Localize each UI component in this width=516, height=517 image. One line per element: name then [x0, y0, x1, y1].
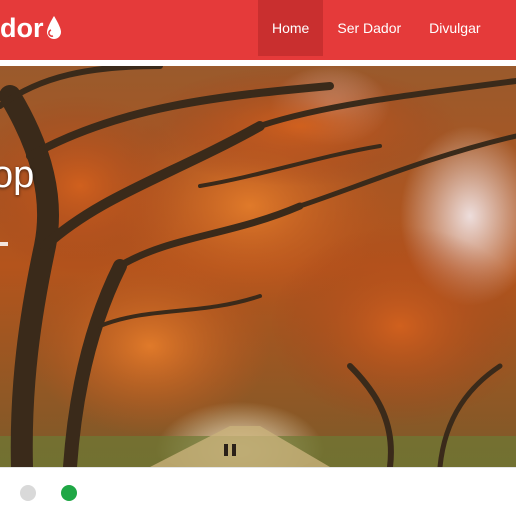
caption-subtext-fragment [0, 242, 8, 246]
carousel-slide[interactable]: op [0, 66, 516, 467]
nav-divulgar[interactable]: Divulgar [415, 0, 494, 56]
navbar: dor Home Ser Dador Divulgar [0, 0, 516, 60]
blood-drop-icon [46, 16, 61, 39]
carousel-indicators [0, 467, 516, 517]
main-nav: Home Ser Dador Divulgar [258, 0, 495, 56]
carousel-indicator-2[interactable] [61, 485, 77, 501]
nav-ser-dador[interactable]: Ser Dador [323, 0, 415, 56]
carousel-indicator-1[interactable] [20, 485, 36, 501]
autumn-trees-image [0, 66, 516, 467]
carousel-caption: op [0, 154, 35, 196]
brand-logo[interactable]: dor [0, 10, 62, 46]
nav-home[interactable]: Home [258, 0, 324, 56]
brand-text: dor [0, 13, 44, 43]
